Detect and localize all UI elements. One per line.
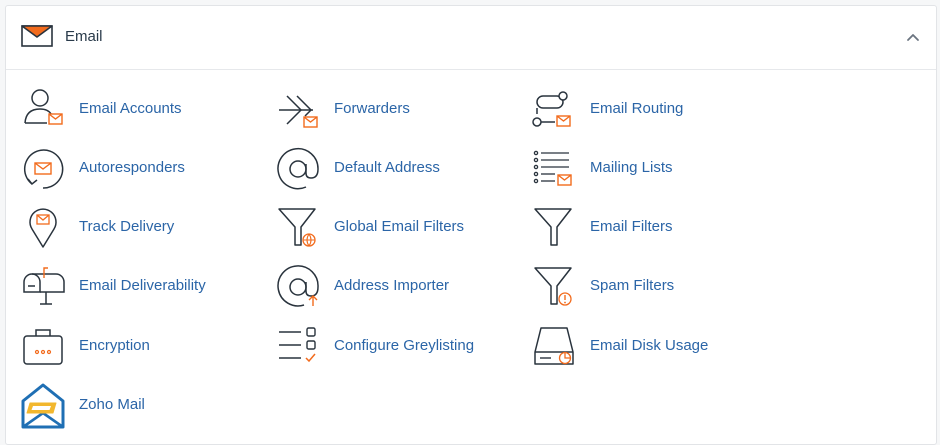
item-label: Configure Greylisting [334, 337, 475, 354]
email-disk-usage-link[interactable]: Email Disk Usage [531, 322, 771, 370]
email-panel: Email Email Accounts Forwarders Email Ro… [5, 5, 937, 445]
chevron-up-icon[interactable] [906, 30, 920, 44]
email-filters-link[interactable]: Email Filters [531, 203, 771, 251]
item-label: Email Filters [590, 218, 673, 235]
section-title: Email [65, 28, 103, 45]
item-label: Spam Filters [590, 277, 675, 294]
item-label: Default Address [334, 159, 440, 176]
item-label: Global Email Filters [334, 218, 465, 235]
zoho-mail-link[interactable]: Zoho Mail [20, 381, 260, 429]
at-sign-icon [277, 147, 319, 190]
mailbox-icon [23, 267, 65, 305]
funnel-globe-icon [278, 208, 316, 247]
item-label: Address Importer [334, 277, 450, 294]
item-label: Forwarders [334, 100, 410, 117]
email-section-header[interactable]: Email [6, 6, 936, 70]
checklist-icon [279, 327, 316, 363]
at-import-icon [277, 265, 319, 307]
mailing-lists-link[interactable]: Mailing Lists [531, 144, 771, 192]
item-label: Email Disk Usage [590, 337, 709, 354]
briefcase-lock-icon [23, 329, 63, 365]
spam-filters-link[interactable]: Spam Filters [531, 262, 771, 310]
item-label: Track Delivery [79, 218, 175, 235]
email-accounts-link[interactable]: Email Accounts [20, 85, 260, 133]
forward-arrow-icon [279, 95, 318, 128]
email-routing-link[interactable]: Email Routing [531, 85, 771, 133]
item-label: Email Accounts [79, 100, 182, 117]
forwarders-link[interactable]: Forwarders [275, 85, 515, 133]
item-label: Encryption [79, 337, 150, 354]
encryption-link[interactable]: Encryption [20, 322, 260, 370]
user-mail-icon [24, 89, 63, 125]
envelope-icon [21, 25, 53, 47]
configure-greylisting-link[interactable]: Configure Greylisting [275, 322, 515, 370]
global-email-filters-link[interactable]: Global Email Filters [275, 203, 515, 251]
track-delivery-link[interactable]: Track Delivery [20, 203, 260, 251]
zoho-mail-icon [21, 383, 65, 429]
default-address-link[interactable]: Default Address [275, 144, 515, 192]
item-label: Email Deliverability [79, 277, 206, 294]
routing-icon [532, 91, 571, 127]
funnel-warning-icon [534, 267, 572, 306]
funnel-icon [534, 208, 572, 246]
item-label: Zoho Mail [79, 396, 145, 413]
item-label: Email Routing [590, 100, 684, 117]
autoresponders-link[interactable]: Autoresponders [20, 144, 260, 192]
item-label: Autoresponders [79, 159, 185, 176]
email-deliverability-link[interactable]: Email Deliverability [20, 262, 260, 310]
autoresponder-icon [23, 149, 64, 189]
disk-usage-icon [534, 327, 574, 365]
address-importer-link[interactable]: Address Importer [275, 262, 515, 310]
item-label: Mailing Lists [590, 159, 673, 176]
mailing-list-icon [533, 150, 572, 186]
map-pin-mail-icon [29, 208, 57, 248]
